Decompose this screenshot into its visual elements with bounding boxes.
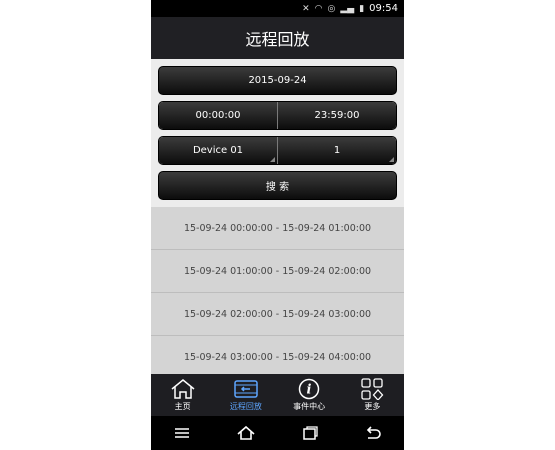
start-time-button[interactable]: 00:00:00	[159, 102, 277, 129]
bottom-tab-bar: 主页 远程回放 i 事件中心 更多	[151, 374, 404, 416]
result-list: 15-09-24 00:00:00 - 15-09-24 01:00:00 15…	[151, 207, 404, 374]
system-nav-bar	[151, 416, 404, 450]
status-bar: ✕ ◠ ◎ ▂▄ ▮ 09:54	[151, 0, 404, 17]
device-dropdown[interactable]: Device 01	[159, 137, 277, 164]
tab-label: 主页	[174, 402, 191, 411]
start-time-label: 00:00:00	[195, 110, 241, 121]
result-row[interactable]: 15-09-24 01:00:00 - 15-09-24 02:00:00	[151, 250, 404, 293]
info-icon: i	[298, 378, 320, 400]
mute-icon: ✕	[302, 3, 310, 14]
device-channel-selector: Device 01 1	[158, 136, 397, 165]
svg-text:i: i	[307, 383, 312, 398]
dropdown-corner-icon	[389, 157, 394, 162]
search-form: 2015-09-24 00:00:00 23:59:00 Device 01 1…	[151, 59, 404, 207]
clock: 09:54	[369, 3, 398, 14]
phone-screen: ✕ ◠ ◎ ▂▄ ▮ 09:54 远程回放 2015-09-24 00:00:0…	[151, 0, 404, 450]
wifi-icon: ◠	[314, 3, 323, 14]
tab-home[interactable]: 主页	[151, 374, 214, 416]
tab-more[interactable]: 更多	[341, 374, 404, 416]
channel-dropdown[interactable]: 1	[277, 137, 396, 164]
menu-icon[interactable]	[173, 426, 191, 440]
dropdown-corner-icon	[270, 157, 275, 162]
channel-label: 1	[333, 145, 341, 156]
tab-label: 更多	[364, 402, 381, 411]
recent-apps-icon[interactable]	[301, 425, 319, 441]
sync-icon: ◎	[327, 3, 336, 14]
playback-icon	[234, 380, 258, 398]
battery-icon: ▮	[359, 3, 365, 14]
end-time-button[interactable]: 23:59:00	[277, 102, 396, 129]
search-button[interactable]: 搜 索	[158, 171, 397, 200]
result-row[interactable]: 15-09-24 02:00:00 - 15-09-24 03:00:00	[151, 293, 404, 336]
tab-label: 远程回放	[229, 402, 262, 411]
result-row[interactable]: 15-09-24 03:00:00 - 15-09-24 04:00:00	[151, 336, 404, 374]
time-range-selector: 00:00:00 23:59:00	[158, 101, 397, 130]
more-grid-icon	[361, 378, 384, 400]
signal-icon: ▂▄	[340, 3, 355, 14]
back-icon[interactable]	[364, 425, 382, 441]
page-title: 远程回放	[151, 17, 404, 59]
tab-events[interactable]: i 事件中心	[278, 374, 341, 416]
home-nav-icon[interactable]	[236, 425, 256, 441]
tab-label: 事件中心	[293, 402, 326, 411]
date-picker-button[interactable]: 2015-09-24	[158, 66, 397, 95]
result-row[interactable]: 15-09-24 00:00:00 - 15-09-24 01:00:00	[151, 207, 404, 250]
tab-playback[interactable]: 远程回放	[214, 374, 277, 416]
end-time-label: 23:59:00	[314, 110, 360, 121]
home-icon	[171, 379, 195, 399]
device-label: Device 01	[192, 145, 244, 156]
